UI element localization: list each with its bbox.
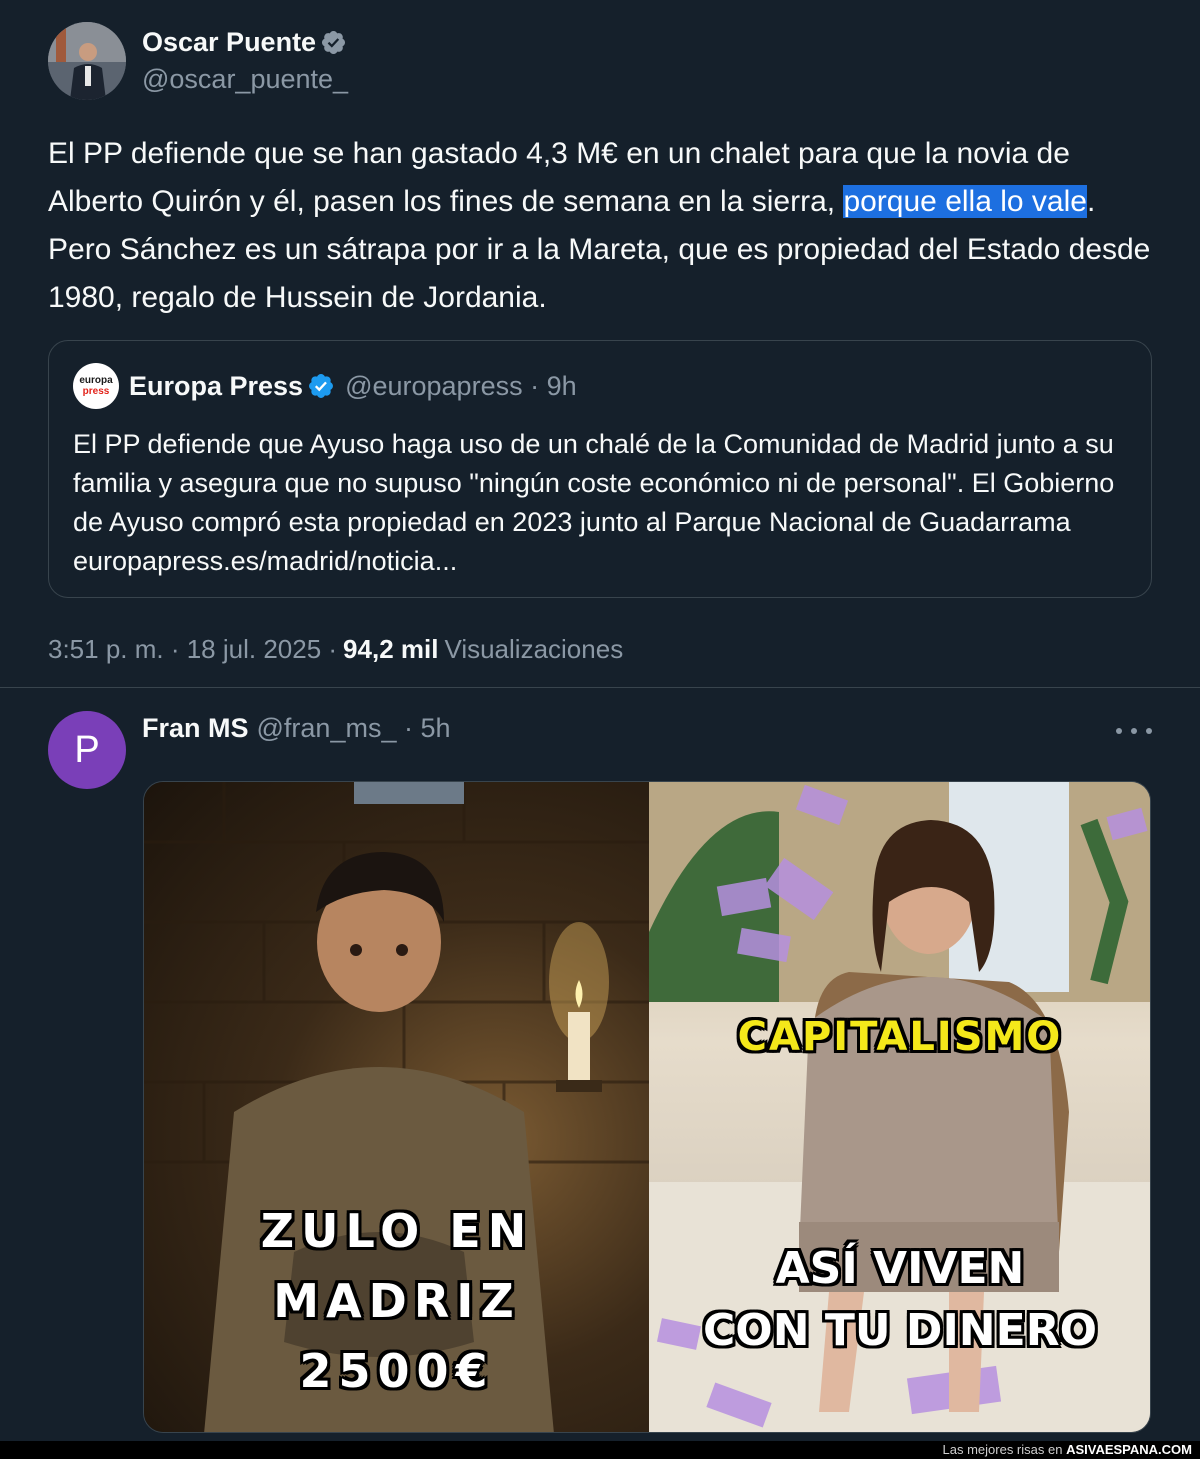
author-name[interactable]: Oscar Puente — [142, 27, 348, 58]
views-count: 94,2 mil — [343, 634, 439, 664]
tweet-meta-row: 3:51 p. m. · 18 jul. 2025 · 94,2 mil Vis… — [48, 634, 623, 665]
views-label: Visualizaciones — [444, 634, 624, 664]
logo-word-press: press — [82, 386, 110, 397]
caption-line: CON TU DINERO — [703, 1305, 1097, 1356]
watermark-footer: Las mejores risas en ASIVAESPANA.COM — [0, 1441, 1200, 1459]
main-tweet: Oscar Puente @oscar_puente_ El PP defien… — [0, 0, 1200, 688]
caption-line: ASÍ VIVEN — [775, 1243, 1025, 1294]
meme-image[interactable]: ZULO EN MADRIZ 2500€ CAPITALISMO ASÍ VIV… — [143, 781, 1151, 1433]
footer-prefix: Las mejores risas en — [942, 1442, 1067, 1457]
caption-line: ZULO EN — [260, 1204, 534, 1258]
footer-site-link[interactable]: ASIVAESPANA.COM — [1066, 1442, 1192, 1457]
quoted-author-handle-time[interactable]: @europapress · 9h — [345, 371, 577, 402]
quoted-author-name[interactable]: Europa Press — [129, 371, 303, 402]
avatar-letter: P — [74, 728, 100, 771]
logo-word-europa: europa — [79, 375, 113, 386]
meme-right-panel: CAPITALISMO ASÍ VIVEN CON TU DINERO — [649, 782, 1150, 1432]
author-name-text[interactable]: Oscar Puente — [142, 27, 316, 58]
quoted-tweet-text: El PP defiende que Ayuso haga uso de un … — [73, 429, 1115, 576]
selected-text-highlight: porque — [843, 185, 946, 218]
reply-author-handle-time[interactable]: @fran_ms_ · 5h — [257, 713, 451, 744]
meme-caption-capitalismo: CAPITALISMO — [737, 1014, 1063, 1060]
reply-header: Fran MS @fran_ms_ · 5h — [142, 713, 451, 744]
selected-text-highlight: ella lo vale — [945, 185, 1087, 218]
meme-caption-left: ZULO EN MADRIZ 2500€ — [144, 1196, 649, 1406]
europa-press-logo[interactable]: europa press — [73, 363, 119, 409]
quoted-tweet-card[interactable]: europa press Europa Press @europapress ·… — [48, 340, 1152, 598]
author-avatar[interactable] — [48, 22, 126, 100]
tweet-timestamp[interactable]: 3:51 p. m. · 18 jul. 2025 · — [48, 634, 337, 665]
reply-author-name[interactable]: Fran MS — [142, 713, 249, 744]
main-tweet-names: Oscar Puente @oscar_puente_ — [142, 27, 348, 95]
reply-tweet[interactable]: P Fran MS @fran_ms_ · 5h ZULO EN MADRIZ … — [0, 689, 1200, 1441]
caption-line: MADRIZ — [273, 1274, 521, 1328]
reply-author-avatar[interactable]: P — [48, 711, 126, 789]
tweet-body: El PP defiende que se han gastado 4,3 M€… — [48, 130, 1152, 322]
meme-caption-right: ASÍ VIVEN CON TU DINERO — [649, 1238, 1150, 1362]
caption-line: 2500€ — [299, 1344, 495, 1398]
verified-badge-icon — [322, 30, 346, 55]
verified-badge-icon — [309, 374, 334, 398]
more-options-icon[interactable] — [1116, 719, 1152, 743]
main-tweet-header: Oscar Puente @oscar_puente_ — [48, 22, 1152, 100]
meme-left-panel: ZULO EN MADRIZ 2500€ — [144, 782, 649, 1432]
author-handle[interactable]: @oscar_puente_ — [142, 64, 348, 95]
avatar-photo-icon — [48, 22, 126, 100]
quoted-tweet-header: europa press Europa Press @europapress ·… — [73, 363, 1127, 409]
